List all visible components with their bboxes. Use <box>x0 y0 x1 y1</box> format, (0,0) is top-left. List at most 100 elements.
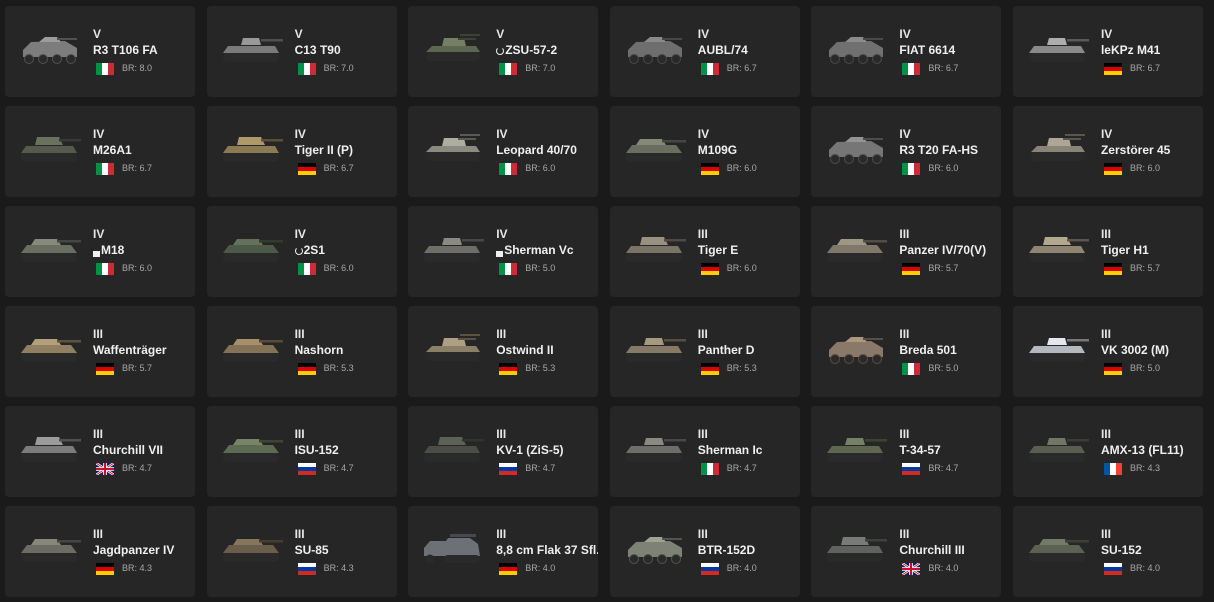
vehicle-meta: BR: 4.7 <box>93 461 191 476</box>
vehicle-rank: III <box>93 427 104 441</box>
vehicle-card[interactable]: IV Leopard 40/70 BR: 6.0 <box>408 106 599 197</box>
battle-rating: BR: 4.3 <box>122 563 153 573</box>
battle-rating: BR: 5.7 <box>1129 263 1160 273</box>
vehicle-card[interactable]: III AMX-13 (FL11) BR: 4.3 <box>1012 406 1203 497</box>
italy-flag-icon <box>499 262 518 275</box>
vehicle-card[interactable]: IV 2S1 BR: 6.0 <box>206 206 397 297</box>
vehicle-card[interactable]: IV AUBL/74 BR: 6.7 <box>609 6 800 97</box>
vehicle-name: leKPz M41 <box>1101 43 1199 60</box>
vehicle-rank: III <box>1100 427 1111 441</box>
vehicle-name-text: Ostwind II <box>496 343 554 357</box>
vehicle-card[interactable]: III Churchill III BR: 4.0 <box>811 506 1002 597</box>
italy-flag-icon <box>902 162 921 175</box>
vehicle-info: IV M26A1 BR: 6.7 <box>93 128 191 175</box>
germany-flag-icon <box>1103 162 1122 175</box>
vehicle-card[interactable]: III BTR-152D BR: 4.0 <box>609 506 800 597</box>
vehicle-info: V C13 T90 BR: 7.0 <box>295 28 393 75</box>
vehicle-meta: BR: 6.7 <box>698 61 796 75</box>
vehicle-card[interactable]: III ISU-152 BR: 4.7 <box>206 406 397 497</box>
vehicle-rank: III <box>697 327 708 341</box>
vehicle-name: Churchill III <box>899 543 997 560</box>
vehicle-card[interactable]: III 8,8 cm Flak 37 Sfl. BR: 4.0 <box>408 506 599 597</box>
vehicle-card[interactable]: III Panzer IV/70(V) BR: 5.7 <box>811 206 1002 297</box>
vehicle-meta: BR: 4.3 <box>1101 461 1199 475</box>
vehicle-info: III KV-1 (ZiS-5) BR: 4.7 <box>496 428 594 475</box>
vehicle-card[interactable]: III Jagdpanzer IV BR: 4.3 <box>5 506 195 597</box>
battle-rating: BR: 6.7 <box>928 63 959 73</box>
battle-rating: BR: 6.0 <box>1129 163 1160 173</box>
vehicle-card[interactable]: III Tiger E BR: 6.0 <box>609 206 800 297</box>
vehicle-info: V ZSU-57-2 BR: 7.0 <box>496 28 594 75</box>
battle-rating: BR: 6.0 <box>726 263 757 273</box>
vehicle-meta: BR: 6.0 <box>1101 161 1199 175</box>
vehicle-meta: BR: 6.0 <box>698 161 796 175</box>
vehicle-rank: III <box>294 427 305 441</box>
vehicle-name-text: BTR-152D <box>697 543 756 557</box>
ussr-flag-icon <box>499 462 518 475</box>
vehicle-card[interactable]: IV FIAT 6614 BR: 6.7 <box>811 6 1002 97</box>
vehicle-card[interactable]: IV Zerstörer 45 BR: 6.0 <box>1012 106 1203 197</box>
vehicle-meta: BR: 6.0 <box>295 261 393 275</box>
battle-rating: BR: 4.7 <box>525 463 556 473</box>
vehicle-name-text: Leopard 40/70 <box>496 143 577 157</box>
vehicle-card[interactable]: V R3 T106 FA BR: 8.0 <box>5 6 195 97</box>
vehicle-info: III VK 3002 (M) BR: 5.0 <box>1101 328 1199 375</box>
vehicle-card[interactable]: III Breda 501 BR: 5.0 <box>811 306 1002 397</box>
germany-flag-icon <box>499 362 518 375</box>
vehicle-grid: V R3 T106 FA BR: 8.0 V C13 T90 BR: 7.0 V ZSU-… <box>5 6 1203 597</box>
battle-rating: BR: 6.0 <box>323 263 354 273</box>
ussr-flag-icon <box>297 562 316 575</box>
vehicle-card[interactable]: III Panther D BR: 5.3 <box>609 306 800 397</box>
vehicle-card[interactable]: IV M109G BR: 6.0 <box>609 106 800 197</box>
vehicle-card[interactable]: III Nashorn BR: 5.3 <box>206 306 397 397</box>
vehicle-card[interactable]: III SU-152 BR: 4.0 <box>1012 506 1203 597</box>
vehicle-name-text: Nashorn <box>294 343 344 357</box>
vehicle-rank: III <box>496 427 507 441</box>
battle-rating: BR: 4.3 <box>1129 463 1160 473</box>
germany-flag-icon <box>700 362 719 375</box>
vehicle-name: Tiger II (P) <box>295 143 393 160</box>
vehicle-name-text: Tiger H1 <box>1100 243 1149 257</box>
vehicle-meta: BR: 4.0 <box>899 561 997 576</box>
vehicle-card[interactable]: IV M26A1 BR: 6.7 <box>5 106 195 197</box>
vehicle-rank: V <box>496 27 505 41</box>
vehicle-card[interactable]: III Tiger H1 BR: 5.7 <box>1012 206 1203 297</box>
vehicle-name: M26A1 <box>93 143 191 160</box>
vehicle-name-text: ZSU-57-2 <box>505 43 558 57</box>
vehicle-card[interactable]: V ZSU-57-2 BR: 7.0 <box>408 6 599 97</box>
vehicle-card[interactable]: III Ostwind II BR: 5.3 <box>408 306 599 397</box>
vehicle-info: III Breda 501 BR: 5.0 <box>899 328 997 375</box>
vehicle-card[interactable]: III SU-85 BR: 4.3 <box>206 506 397 597</box>
battle-rating: BR: 4.7 <box>122 463 153 473</box>
vehicle-rank: IV <box>1100 127 1113 141</box>
vehicle-card[interactable]: III T-34-57 BR: 4.7 <box>811 406 1002 497</box>
vehicle-card[interactable]: III Waffenträger BR: 5.7 <box>5 306 195 397</box>
vehicle-name: Jagdpanzer IV <box>93 543 191 560</box>
vehicle-card[interactable]: IV M18 BR: 6.0 <box>5 206 195 297</box>
vehicle-card[interactable]: III Churchill VII BR: 4.7 <box>5 406 195 497</box>
vehicle-name-text: ISU-152 <box>294 443 339 457</box>
vehicle-card[interactable]: IV Sherman Vc BR: 5.0 <box>408 206 599 297</box>
germany-flag-icon <box>499 562 518 575</box>
vehicle-card[interactable]: IV R3 T20 FA-HS BR: 6.0 <box>811 106 1002 197</box>
germany-flag-icon <box>96 562 114 575</box>
vehicle-card[interactable]: III KV-1 (ZiS-5) BR: 4.7 <box>408 406 599 497</box>
vehicle-card[interactable]: IV Tiger II (P) BR: 6.7 <box>206 106 397 197</box>
vehicle-name: Ostwind II <box>496 343 594 360</box>
vehicle-info: IV R3 T20 FA-HS BR: 6.0 <box>899 128 997 175</box>
vehicle-name-text: leKPz M41 <box>1100 43 1161 57</box>
vehicle-name-text: Sherman Ic <box>697 443 763 457</box>
vehicle-name: ZSU-57-2 <box>496 43 594 60</box>
battle-rating: BR: 6.7 <box>323 163 354 173</box>
vehicle-name: 2S1 <box>294 243 393 260</box>
vehicle-card[interactable]: V C13 T90 BR: 7.0 <box>206 6 397 97</box>
vehicle-name-text: R3 T106 FA <box>93 43 158 57</box>
vehicle-card[interactable]: III Sherman Ic BR: 4.7 <box>609 406 800 497</box>
battle-rating: BR: 4.0 <box>928 563 959 573</box>
vehicle-name-text: SU-85 <box>294 543 329 557</box>
vehicle-rank: V <box>294 27 303 41</box>
vehicle-card[interactable]: III VK 3002 (M) BR: 5.0 <box>1012 306 1203 397</box>
vehicle-card[interactable]: IV leKPz M41 BR: 6.7 <box>1012 6 1203 97</box>
vehicle-name: Sherman Vc <box>496 243 594 260</box>
italy-flag-icon <box>499 162 518 175</box>
